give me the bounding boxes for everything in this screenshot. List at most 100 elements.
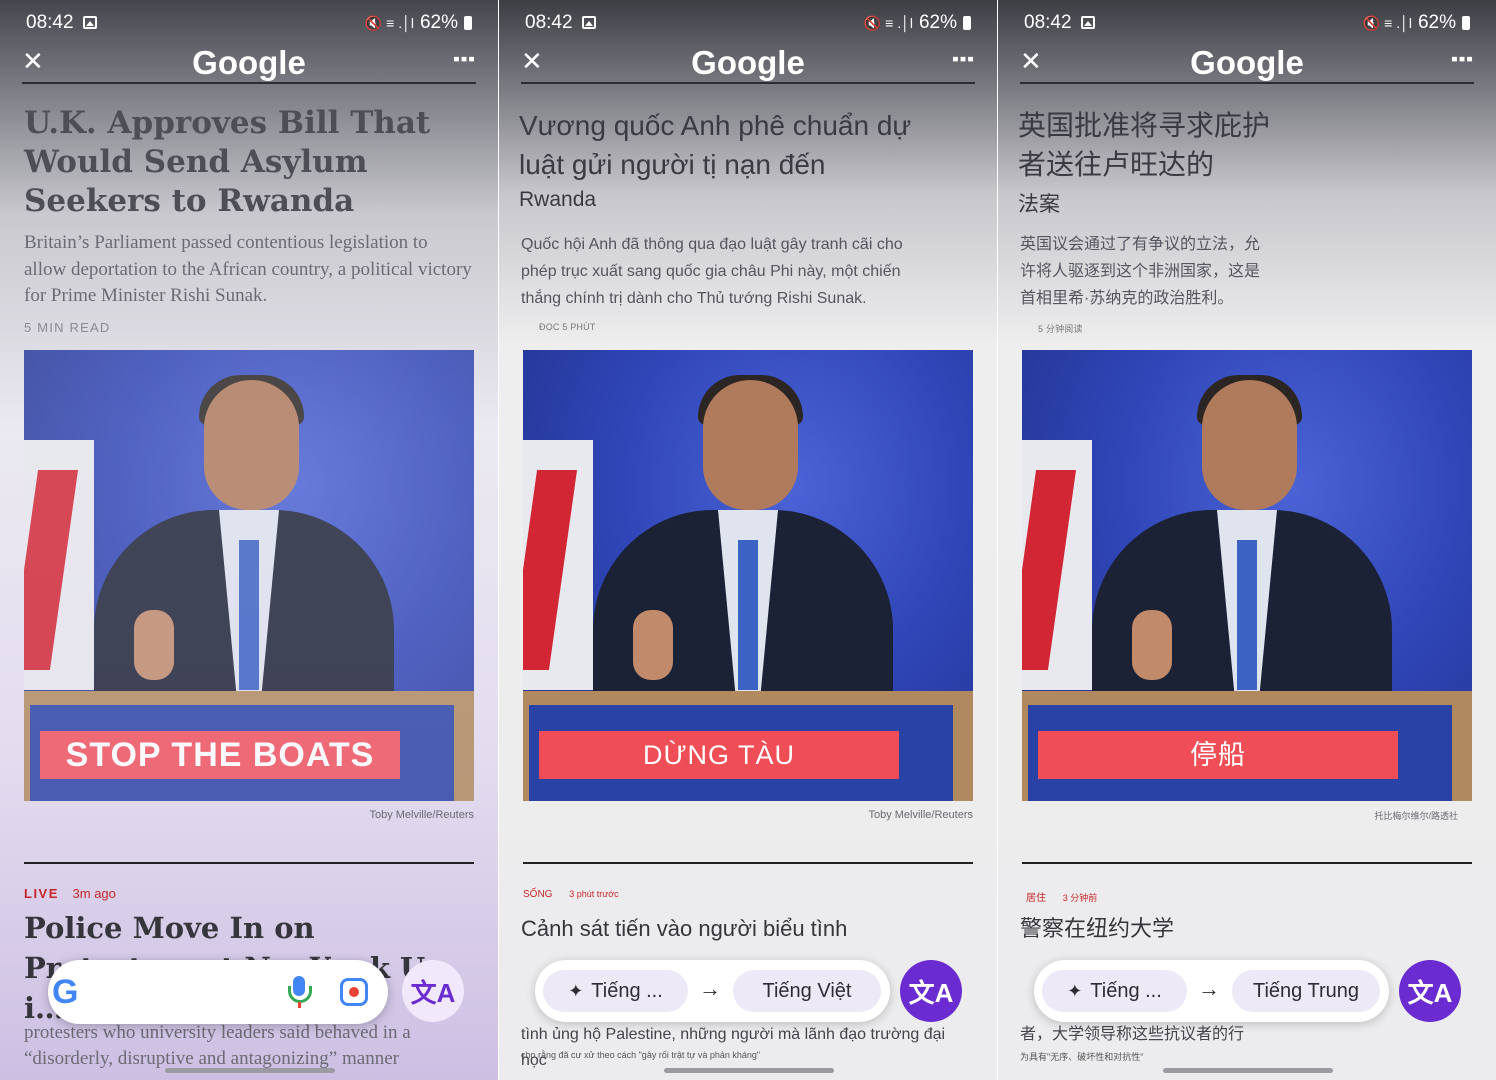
section-divider — [24, 862, 474, 864]
status-bar: 08:42 🔇 ≡ .│l 62% — [26, 10, 472, 36]
speaker-tie — [1237, 540, 1257, 690]
language-selector-bar: ✦ Tiếng ... → Tiếng Trung — [1034, 960, 1389, 1022]
podium-front: DỪNG TÀU — [529, 705, 953, 801]
google-title: Google — [1190, 44, 1304, 81]
second-summary: tình ủng hộ Palestine, những người mà lã… — [521, 1026, 946, 1069]
more-options-icon[interactable]: ⋮ — [948, 46, 978, 68]
top-bar: ✕ Google ⋮ — [1020, 40, 1477, 84]
podium-sign: STOP THE BOATS — [40, 731, 400, 779]
gesture-nav-bar[interactable] — [165, 1068, 335, 1073]
status-bar: 08:42 🔇 ≡ .│l 62% — [1024, 10, 1470, 36]
target-language-chip[interactable]: Tiếng Việt — [733, 970, 881, 1012]
speaker-head — [1202, 380, 1297, 510]
translate-button[interactable]: 文A — [900, 960, 962, 1022]
union-flag — [1022, 440, 1092, 690]
status-time: 08:42 — [525, 12, 573, 33]
podium: 停船 — [1022, 691, 1472, 801]
source-language-chip[interactable]: ✦ Tiếng ... — [543, 970, 688, 1012]
gesture-nav-bar[interactable] — [1163, 1068, 1333, 1073]
battery-icon — [963, 16, 971, 30]
section-divider — [523, 862, 973, 864]
top-bar: ✕ Google ⋮ — [22, 40, 479, 84]
time-ago: 3 phút trước — [569, 889, 619, 899]
second-headline[interactable]: 警察在纽约大学 — [1020, 910, 1470, 948]
translate-button[interactable]: 文A — [1399, 960, 1461, 1022]
speaker-hand — [134, 610, 174, 680]
gallery-notification-icon — [582, 16, 596, 29]
photo-credit: 托比梅尔维尔/路透社 — [1374, 811, 1458, 821]
status-icons: 🔇 ≡ .│l — [863, 14, 913, 31]
google-g-icon[interactable]: G — [52, 975, 84, 1009]
photo-credit: Toby Melville/Reuters — [369, 809, 474, 821]
gesture-nav-bar[interactable] — [664, 1068, 834, 1073]
second-summary: protesters who university leaders said b… — [24, 1022, 411, 1069]
arrow-right-icon: → — [1198, 976, 1220, 1001]
google-lens-icon[interactable] — [340, 978, 368, 1006]
second-headline[interactable]: Cảnh sát tiến vào người biểu tình — [521, 910, 971, 948]
speaker-tie — [239, 540, 259, 690]
status-time: 08:42 — [26, 12, 74, 33]
article-photo[interactable]: DỪNG TÀU — [523, 350, 973, 801]
tag-row: 居住 3 分钟前 — [1026, 889, 1097, 904]
article-photo[interactable]: STOP THE BOATS — [24, 350, 474, 801]
google-search-bar[interactable]: G — [48, 960, 388, 1024]
battery-percent: 62% — [419, 12, 458, 33]
arrow-right-icon: → — [699, 976, 721, 1001]
union-flag — [523, 440, 593, 690]
battery-percent: 62% — [1417, 12, 1456, 33]
source-language-chip[interactable]: ✦ Tiếng ... — [1042, 970, 1187, 1012]
translate-button[interactable]: 文A — [402, 960, 464, 1022]
status-icons: 🔇 ≡ .│l — [1362, 14, 1412, 31]
second-summary-cont: cho rằng đã cư xử theo cách "gây rối trậ… — [521, 1050, 761, 1060]
tag-row: LIVE 3m ago — [24, 886, 116, 901]
status-bar: 08:42 🔇 ≡ .│l 62% — [525, 10, 971, 36]
gallery-notification-icon — [1081, 16, 1095, 29]
battery-icon — [1462, 16, 1470, 30]
source-language-label: Tiếng ... — [1090, 980, 1162, 1002]
article-summary: 英国议会通过了有争议的立法，允许将人驱逐到这个非洲国家，这是首相里希·苏纳克的政… — [1020, 236, 1261, 307]
article-photo[interactable]: 停船 — [1022, 350, 1472, 801]
article-headline-cont: Rwanda — [519, 188, 597, 211]
microphone-icon[interactable] — [284, 976, 314, 1008]
more-options-icon[interactable]: ⋮ — [1447, 46, 1477, 68]
podium-front: STOP THE BOATS — [30, 705, 454, 801]
language-selector-bar: ✦ Tiếng ... → Tiếng Việt — [535, 960, 890, 1022]
union-flag — [24, 440, 94, 690]
status-right: 🔇 ≡ .│l 62% — [365, 12, 472, 34]
more-options-icon[interactable]: ⋮ — [449, 46, 479, 68]
second-summary-cont: 为具有"无序、破坏性和对抗性" — [1020, 1052, 1144, 1062]
status-right: 🔇 ≡ .│l 62% — [1363, 12, 1470, 34]
article-summary: Quốc hội Anh đã thông qua đạo luật gây t… — [521, 236, 903, 307]
top-bar: ✕ Google ⋮ — [521, 40, 978, 84]
speaker-hand — [633, 610, 673, 680]
article-headline[interactable]: Vương quốc Anh phê chuẩn dự luật gửi ngư… — [519, 106, 959, 184]
panel-original: 08:42 🔇 ≡ .│l 62% ✕ Google ⋮ U.K. Approv… — [0, 0, 498, 1080]
article-headline-cont: 法案 — [1018, 193, 1060, 216]
section-divider — [1022, 862, 1472, 864]
battery-percent: 62% — [918, 12, 957, 33]
speaker-tie — [738, 540, 758, 690]
article-headline[interactable]: 英国批准将寻求庇护者送往卢旺达的 — [1018, 106, 1278, 184]
status-right: 🔇 ≡ .│l 62% — [864, 12, 971, 34]
speaker-hand — [1132, 610, 1172, 680]
speaker-head — [703, 380, 798, 510]
live-tag: LIVE — [24, 886, 59, 901]
article-headline[interactable]: U.K. Approves Bill That Would Send Asylu… — [24, 104, 474, 221]
article-summary: Britain’s Parliament passed contentious … — [24, 232, 472, 306]
google-title: Google — [691, 44, 805, 81]
read-time: 5 分钟阅读 — [1038, 324, 1083, 334]
podium: DỪNG TÀU — [523, 691, 973, 801]
read-time: 5 MIN READ — [24, 320, 111, 335]
photo-credit: Toby Melville/Reuters — [868, 809, 973, 821]
panel-vietnamese: 08:42 🔇 ≡ .│l 62% ✕ Google ⋮ Vương quốc … — [499, 0, 997, 1080]
time-ago: 3m ago — [72, 886, 116, 901]
second-summary: 者，大学领导称这些抗议者的行 — [1020, 1026, 1245, 1043]
podium-sign: 停船 — [1038, 731, 1398, 779]
target-language-chip[interactable]: Tiếng Trung — [1232, 970, 1380, 1012]
read-time: ĐỌC 5 PHÚT — [539, 322, 596, 332]
header-divider — [521, 82, 975, 84]
podium-front: 停船 — [1028, 705, 1452, 801]
source-language-label: Tiếng ... — [591, 980, 663, 1002]
section-tag: SỐNG — [523, 889, 553, 900]
podium-sign: DỪNG TÀU — [539, 731, 899, 779]
